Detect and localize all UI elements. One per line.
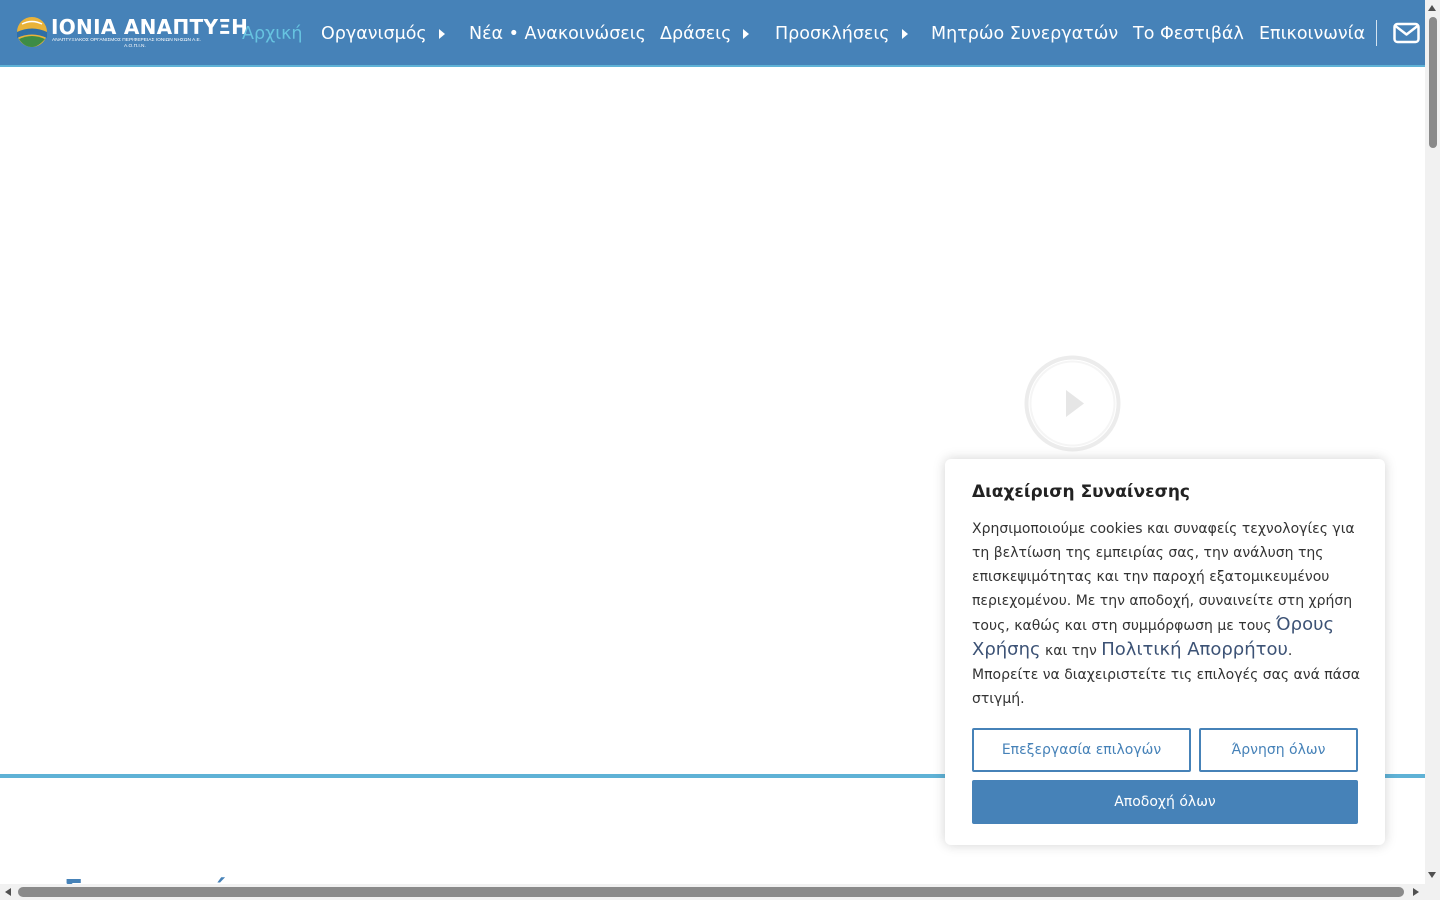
nav-item-calls[interactable]: Προσκλήσεις: [775, 21, 908, 47]
brand-subtitle: ΑΝΑΠΤΥΞΙΑΚΟΣ ΟΡΓΑΝΙΣΜΟΣ ΠΕΡΙΦΕΡΕΙΑΣ ΙΟΝΙ…: [52, 38, 202, 43]
nav-item-label: Αρχική: [242, 24, 303, 44]
caret-right-icon: [438, 29, 445, 39]
nav-item-label: Οργανισμός: [321, 24, 427, 44]
nav-item-label: Προσκλήσεις: [775, 24, 890, 44]
nav-item-festival[interactable]: Το Φεστιβάλ: [1133, 21, 1244, 47]
cookie-title: Διαχείριση Συναίνεσης: [972, 482, 1191, 502]
nav-item-news[interactable]: Νέα • Ανακοινώσεις: [469, 21, 646, 47]
vertical-scroll-thumb[interactable]: [1429, 17, 1437, 148]
caret-right-icon: [901, 29, 908, 39]
nav-item-label: Νέα • Ανακοινώσεις: [469, 24, 646, 44]
cookie-consent-panel: Διαχείριση Συναίνεσης Χρησιμοποιούμε coo…: [945, 459, 1385, 845]
nav-item-organization[interactable]: Οργανισμός: [321, 21, 445, 47]
logo-globe-icon: [17, 17, 47, 47]
nav-divider: [1376, 20, 1377, 46]
brand-logo[interactable]: ΙΟΝΙΑ ΑΝΑΠΤΥΞΗ ΑΝΑΠΤΥΞΙΑΚΟΣ ΟΡΓΑΝΙΣΜΟΣ Π…: [16, 14, 248, 52]
cookie-text-middle: και την: [1040, 643, 1102, 659]
scroll-right-arrow-icon[interactable]: [1413, 888, 1419, 896]
cookie-text: Χρησιμοποιούμε cookies και συναφείς τεχν…: [972, 517, 1362, 711]
caret-right-icon: [743, 29, 750, 39]
nav-item-label: Μητρώο Συνεργατών: [931, 24, 1119, 44]
edit-preferences-button[interactable]: Επεξεργασία επιλογών: [972, 728, 1191, 772]
nav-item-contact[interactable]: Επικοινωνία: [1259, 21, 1365, 47]
nav-item-label: Επικοινωνία: [1259, 24, 1366, 44]
accept-all-button[interactable]: Αποδοχή όλων: [972, 780, 1358, 824]
envelope-icon[interactable]: [1393, 21, 1420, 45]
nav-item-label: Το Φεστιβάλ: [1133, 24, 1244, 44]
scroll-up-arrow-icon[interactable]: [1428, 5, 1436, 11]
reject-all-button[interactable]: Άρνηση όλων: [1199, 728, 1358, 772]
top-navbar: ΙΟΝΙΑ ΑΝΑΠΤΥΞΗ ΑΝΑΠΤΥΞΙΑΚΟΣ ΟΡΓΑΝΙΣΜΟΣ Π…: [0, 0, 1425, 67]
nav-item-label: Δράσεις: [660, 24, 732, 44]
nav-item-home[interactable]: Αρχική: [242, 21, 303, 47]
brand-abbreviation: Α.Ο.Π.Ι.Ν.: [124, 44, 146, 49]
scroll-down-arrow-icon[interactable]: [1428, 872, 1436, 878]
brand-title: ΙΟΝΙΑ ΑΝΑΠΤΥΞΗ: [51, 15, 249, 39]
horizontal-scroll-thumb[interactable]: [18, 887, 1404, 897]
nav-item-partners-registry[interactable]: Μητρώο Συνεργατών: [931, 21, 1118, 47]
scroll-left-arrow-icon[interactable]: [5, 888, 11, 896]
nav-item-actions[interactable]: Δράσεις: [660, 21, 750, 47]
play-icon[interactable]: [1024, 355, 1121, 452]
privacy-policy-link[interactable]: Πολιτική Απορρήτου: [1101, 639, 1288, 660]
